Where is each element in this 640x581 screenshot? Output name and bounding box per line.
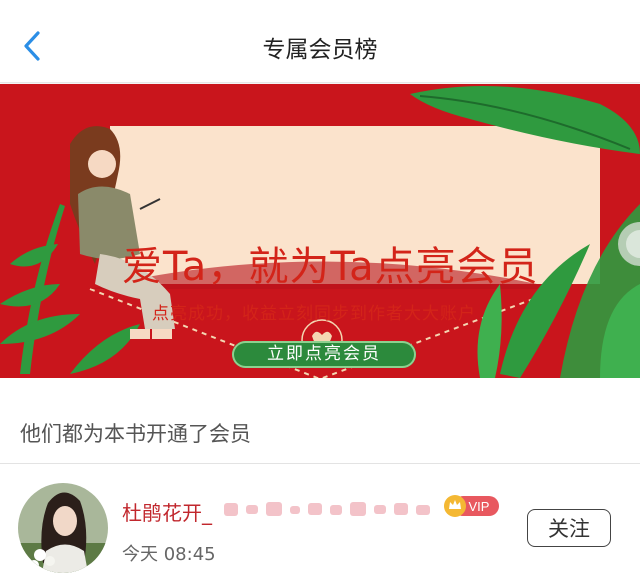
promo-banner[interactable]: 爱Ta，就为Ta点亮会员 点亮成功，收益立刻同步到作者大大账户 立即点亮会员 (0, 84, 640, 378)
follow-button[interactable]: 关注 (527, 509, 611, 547)
banner-subtitle: 点亮成功，收益立刻同步到作者大大账户 (152, 304, 476, 324)
page-title: 专属会员榜 (262, 37, 378, 63)
avatar[interactable] (18, 483, 108, 573)
banner-illustration (0, 86, 640, 378)
light-up-membership-button[interactable]: 立即点亮会员 (232, 341, 416, 368)
top-bar: 专属会员榜 (0, 0, 640, 83)
blurred-name-icon (220, 496, 440, 522)
vip-badge: VIP (443, 494, 501, 518)
divider (0, 463, 640, 464)
member-name[interactable]: 杜鹃花开_ (122, 497, 212, 526)
vip-badge-label: VIP (469, 499, 490, 514)
join-time: 今天 08:45 (122, 544, 216, 565)
section-heading: 他们都为本书开通了会员 (20, 422, 251, 446)
banner-title: 爱Ta，就为Ta点亮会员 (122, 244, 539, 290)
